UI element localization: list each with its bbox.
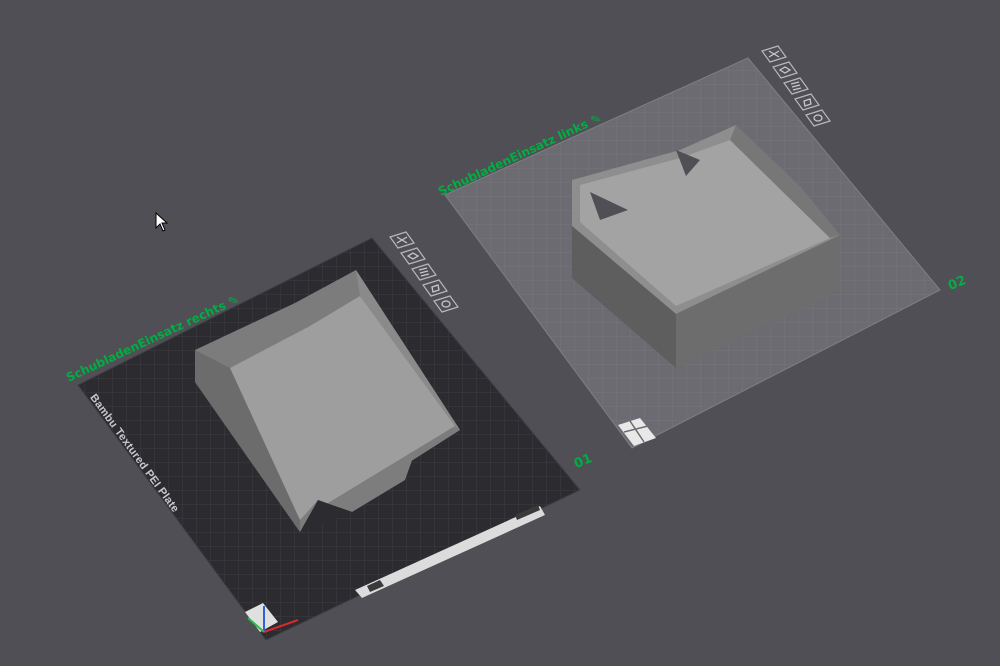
lock-icon[interactable] [794, 93, 820, 111]
settings-icon[interactable] [805, 109, 831, 127]
plate-02[interactable] [444, 57, 941, 449]
arrange-icon[interactable] [411, 263, 437, 281]
close-icon[interactable] [389, 231, 415, 249]
settings-icon[interactable] [433, 295, 459, 313]
auto-orient-icon[interactable] [772, 61, 798, 79]
auto-orient-icon[interactable] [400, 247, 426, 265]
mouse-pointer-icon [155, 212, 169, 232]
plate-01[interactable] [77, 237, 581, 641]
close-icon[interactable] [761, 45, 787, 63]
lock-icon[interactable] [422, 279, 448, 297]
arrange-icon[interactable] [783, 77, 809, 95]
